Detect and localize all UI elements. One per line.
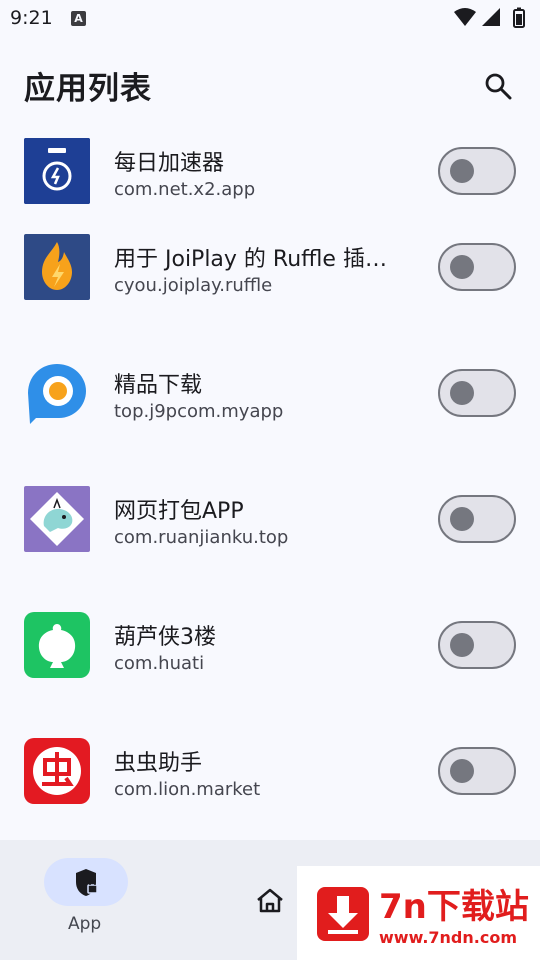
app-toggle[interactable] bbox=[438, 747, 516, 795]
bug-logo-icon bbox=[24, 738, 90, 804]
app-toggle[interactable] bbox=[438, 243, 516, 291]
status-icons bbox=[452, 6, 532, 32]
list-item[interactable]: 精品下载 top.j9pcom.myapp bbox=[0, 327, 540, 453]
nav-label: App bbox=[68, 914, 102, 934]
app-name: 葫芦侠3楼 bbox=[114, 625, 216, 650]
app-name: 网页打包APP bbox=[114, 499, 244, 524]
app-package: cyou.joiplay.ruffle bbox=[114, 275, 273, 296]
speedometer-icon bbox=[24, 138, 90, 204]
app-package: com.huati bbox=[114, 653, 205, 674]
toggle-knob bbox=[450, 633, 474, 657]
wifi-icon bbox=[454, 8, 476, 26]
app-name: 精品下载 bbox=[114, 373, 203, 398]
p-logo-icon bbox=[24, 360, 90, 426]
watermark: 7n下载站 www.7ndn.com bbox=[297, 866, 540, 960]
app-toggle[interactable] bbox=[438, 369, 516, 417]
download-arrow-icon bbox=[317, 887, 369, 941]
page-title: 应用列表 bbox=[24, 71, 152, 107]
list-item[interactable]: 葫芦侠3楼 com.huati bbox=[0, 579, 540, 705]
app-toggle[interactable] bbox=[438, 621, 516, 669]
list-item[interactable]: 虫虫助手 com.lion.market bbox=[0, 705, 540, 831]
dinosaur-icon bbox=[24, 486, 90, 552]
toggle-knob bbox=[450, 255, 474, 279]
signal-icon bbox=[482, 8, 500, 26]
list-item[interactable]: 用于 JoiPlay 的 Ruffle 插… cyou.joiplay.ruff… bbox=[0, 201, 540, 327]
app-toggle[interactable] bbox=[438, 147, 516, 195]
app-name: 虫虫助手 bbox=[114, 751, 203, 776]
shield-lock-icon bbox=[76, 869, 98, 896]
app-package: top.j9pcom.myapp bbox=[114, 401, 284, 422]
top-app-bar: 应用列表 bbox=[0, 38, 540, 131]
watermark-url: www.7ndn.com bbox=[379, 928, 517, 947]
keyboard-notification-icon: A bbox=[71, 11, 86, 26]
toggle-knob bbox=[450, 381, 474, 405]
list-item[interactable]: 网页打包APP com.ruanjianku.top bbox=[0, 453, 540, 579]
status-bar: 9:21 A bbox=[0, 0, 540, 38]
watermark-title: 7n下载站 bbox=[379, 887, 529, 927]
nav-active-indicator bbox=[44, 858, 128, 906]
search-icon bbox=[485, 73, 512, 100]
app-list: 每日加速器 com.net.x2.app 用于 JoiPlay 的 Ruffle… bbox=[0, 131, 540, 840]
app-package: com.ruanjianku.top bbox=[114, 527, 289, 548]
battery-icon bbox=[513, 7, 525, 28]
app-package: com.net.x2.app bbox=[114, 179, 256, 200]
search-button[interactable] bbox=[474, 62, 522, 110]
toggle-knob bbox=[450, 759, 474, 783]
app-name: 每日加速器 bbox=[114, 151, 225, 176]
status-time: 9:21 bbox=[10, 7, 53, 29]
nav-item-app[interactable]: App bbox=[0, 840, 172, 960]
toggle-knob bbox=[450, 507, 474, 531]
app-package: com.lion.market bbox=[114, 779, 261, 800]
app-name: 用于 JoiPlay 的 Ruffle 插… bbox=[114, 247, 387, 272]
flame-icon bbox=[24, 234, 90, 300]
gourd-icon bbox=[24, 612, 90, 678]
toggle-knob bbox=[450, 159, 474, 183]
app-toggle[interactable] bbox=[438, 495, 516, 543]
